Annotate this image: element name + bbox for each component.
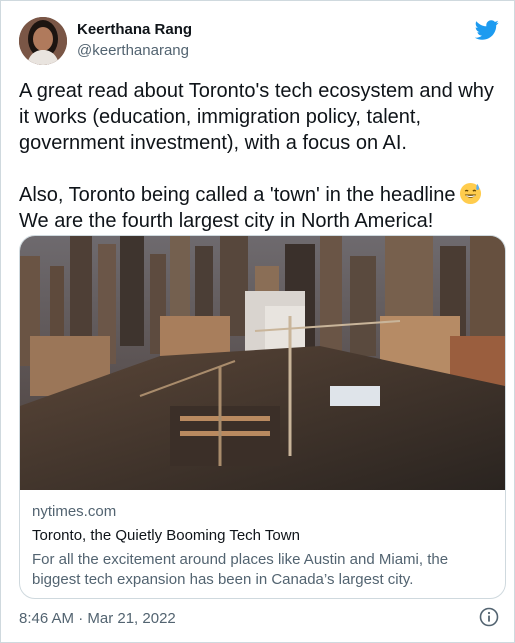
tweet-timestamp[interactable]: 8:46 AM · Mar 21, 2022 (19, 610, 176, 627)
author-name[interactable]: Keerthana Rang (77, 21, 192, 38)
tweet-embed: Keerthana Rang @keerthanarang A great re… (0, 0, 515, 643)
link-card[interactable]: nytimes.com Toronto, the Quietly Booming… (19, 235, 506, 599)
info-circle-icon[interactable] (479, 607, 499, 627)
article-image (20, 236, 505, 490)
grinning-face-with-sweat-emoji (460, 182, 482, 205)
card-title: Toronto, the Quietly Booming Tech Town (32, 527, 300, 544)
twitter-bird-icon[interactable] (475, 18, 499, 42)
tweet-paragraph-1: A great read about Toronto's tech ecosys… (19, 80, 500, 154)
author-handle[interactable]: @keerthanarang (77, 42, 189, 59)
tweet-paragraph-3: We are the fourth largest city in North … (19, 210, 434, 232)
tweet-text: A great read about Toronto's tech ecosys… (19, 78, 499, 234)
tweet-paragraph-2: Also, Toronto being called a 'town' in t… (19, 184, 456, 206)
link-card-text: nytimes.com Toronto, the Quietly Booming… (32, 502, 494, 590)
card-description: For all the excitement around places lik… (32, 551, 449, 588)
card-domain: nytimes.com (32, 503, 117, 520)
avatar[interactable] (19, 17, 67, 65)
